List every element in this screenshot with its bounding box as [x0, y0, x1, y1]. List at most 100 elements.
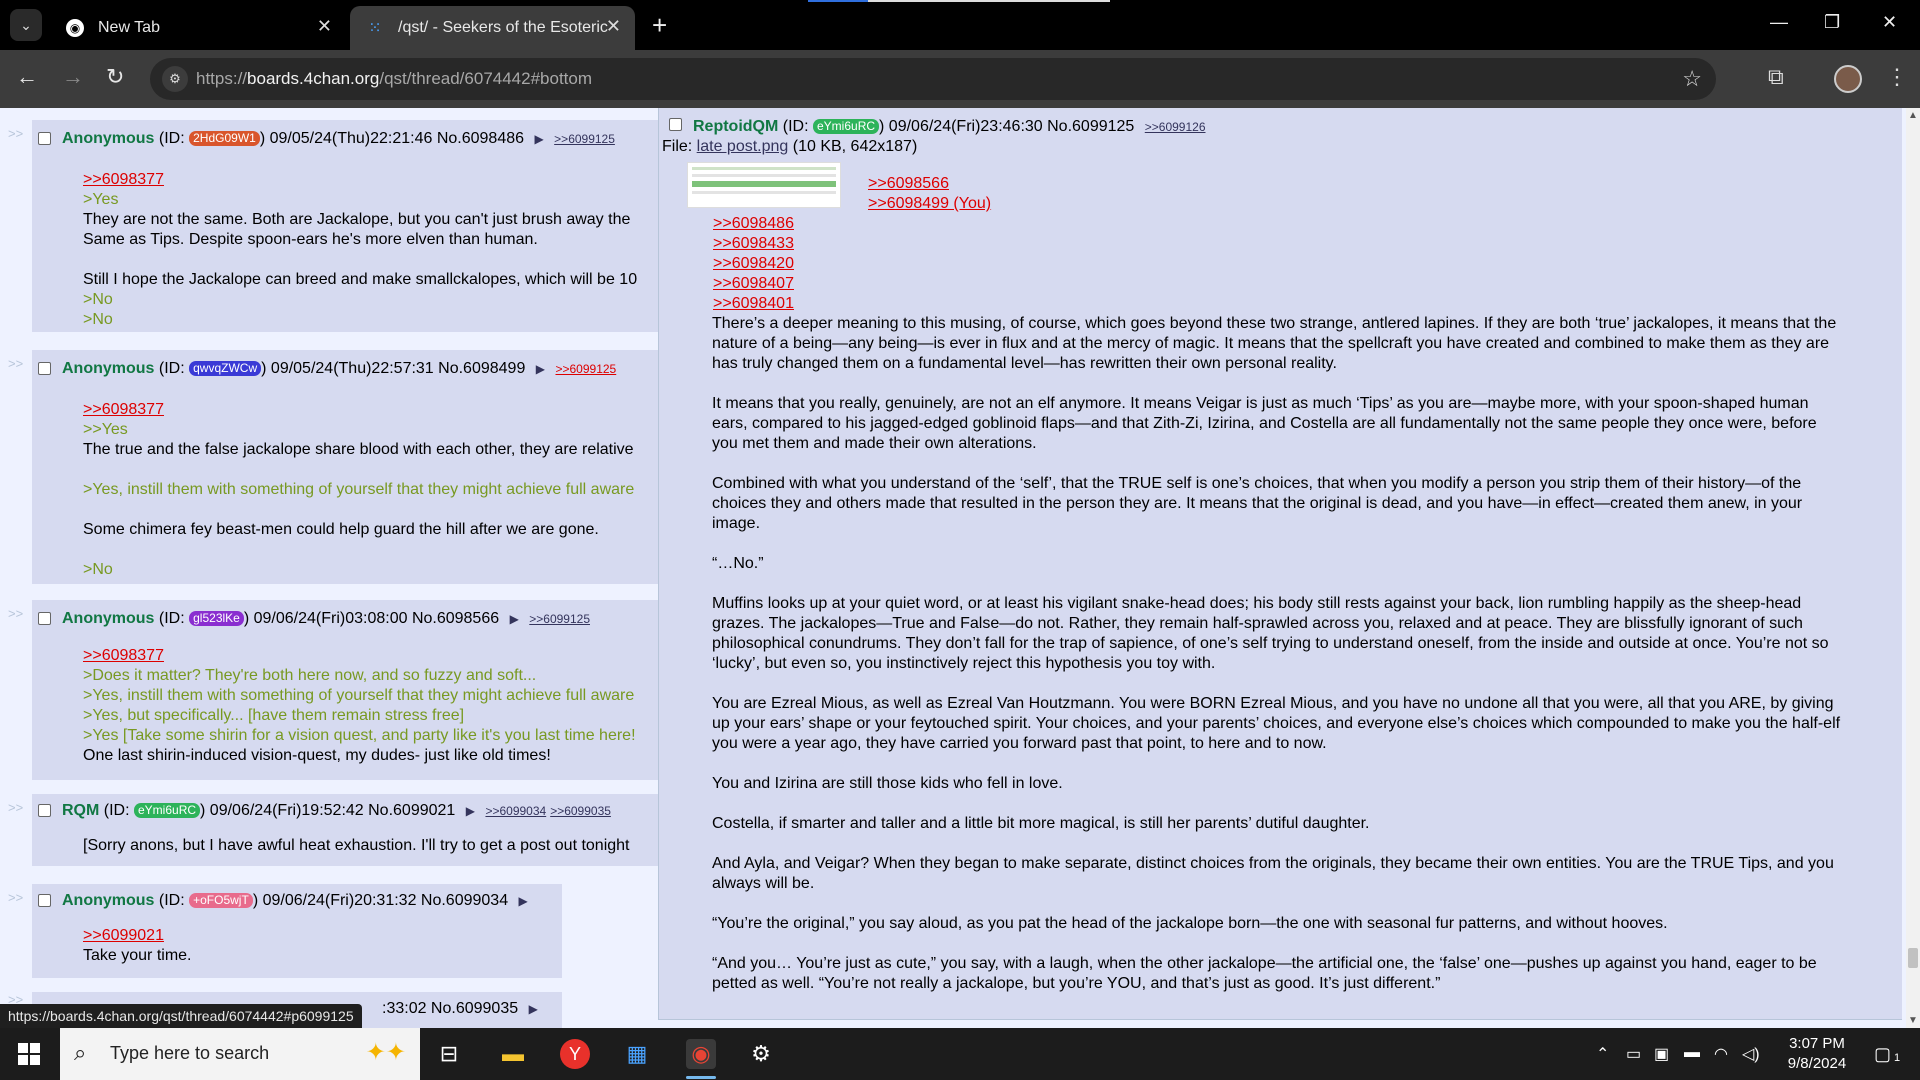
greentext: >Yes [Take some shirin for a vision ques… — [83, 727, 636, 744]
system-clock[interactable]: 3:07 PM 9/8/2024 — [1772, 1034, 1862, 1074]
quote-link[interactable]: >>6099021 — [83, 926, 191, 946]
scroll-up-icon[interactable]: ▲ — [1908, 110, 1918, 121]
post-checkbox[interactable] — [38, 804, 51, 817]
quote-link[interactable]: >>6098420 — [713, 254, 794, 274]
quote-link[interactable]: >>6098433 — [713, 234, 794, 254]
bookmark-star-icon[interactable]: ☆ — [1682, 66, 1702, 92]
forward-arrow-icon[interactable]: → — [62, 64, 84, 90]
post-date-number[interactable]: ) 09/06/24(Fri)20:31:32 No.6099034 — [253, 892, 508, 909]
poster-id-badge[interactable]: gl523lKe — [189, 611, 244, 626]
scroll-down-icon[interactable]: ▼ — [1908, 1015, 1918, 1026]
post-date-number[interactable]: :33:02 No.6099035 — [382, 1000, 518, 1017]
post-date-number[interactable]: ) 09/06/24(Fri)03:08:00 No.6098566 — [244, 610, 499, 627]
greentext: >No — [83, 291, 113, 308]
quote-link[interactable]: >>6098401 — [713, 294, 794, 314]
profile-avatar[interactable] — [1834, 65, 1862, 93]
close-tab-icon[interactable]: ✕ — [317, 16, 332, 37]
settings-gear-icon[interactable]: ⚙ — [746, 1039, 776, 1069]
quote-link[interactable]: >>6098566 — [868, 174, 991, 194]
post-date-number[interactable]: ) 09/06/24(Fri)23:46:30 No.6099125 — [879, 118, 1134, 135]
post-checkbox[interactable] — [669, 118, 682, 131]
poster-id-badge[interactable]: eYmi6uRC — [813, 119, 880, 134]
post-menu-arrow-icon[interactable]: ▶ — [510, 612, 519, 626]
volume-icon[interactable]: ◁) — [1742, 1044, 1760, 1064]
post-date-number[interactable]: ) 09/06/24(Fri)19:52:42 No.6099021 — [200, 802, 455, 819]
close-window-icon[interactable]: ✕ — [1882, 12, 1897, 33]
post-menu-arrow-icon[interactable]: ▶ — [534, 132, 543, 146]
quote-link[interactable]: >>6098377 — [83, 170, 658, 190]
url-text[interactable]: https://boards.4chan.org/qst/thread/6074… — [196, 69, 592, 89]
reply-post: Anonymous (ID: gl523lKe) 09/06/24(Fri)03… — [32, 600, 660, 780]
poster-id-badge[interactable]: +oFO5wjT — [189, 893, 253, 908]
post-checkbox[interactable] — [38, 132, 51, 145]
post-menu-arrow-icon[interactable]: ▶ — [466, 804, 475, 818]
tab-qst-thread[interactable]: ⁙ /qst/ - Seekers of the Esoteric: V ✕ — [350, 6, 635, 50]
quote-link[interactable]: >>6098377 — [83, 646, 658, 666]
backlink[interactable]: >>6099035 — [550, 804, 611, 818]
extensions-puzzle-icon[interactable]: ⧉ — [1768, 64, 1784, 90]
yandex-browser-icon[interactable]: Y — [560, 1039, 590, 1069]
post-date-number[interactable]: ) 09/05/24(Thu)22:21:46 No.6098486 — [260, 130, 524, 147]
search-placeholder: Type here to search — [110, 1043, 270, 1063]
story-paragraph: Costella, if smarter and taller and a li… — [712, 815, 1370, 832]
post-header: :33:02 No.6099035 ▶ — [382, 1000, 538, 1018]
notifications-icon[interactable]: ▢ — [1874, 1044, 1891, 1065]
backlink[interactable]: >>6099126 — [1145, 120, 1206, 134]
file-link[interactable]: late post.png — [697, 138, 789, 155]
post-header: Anonymous (ID: gl523lKe) 09/06/24(Fri)03… — [62, 610, 590, 627]
tab-new-tab[interactable]: ◉ New Tab ✕ — [50, 6, 346, 50]
windows-start-icon[interactable] — [18, 1043, 40, 1065]
tab-strip: ⌄ ◉ New Tab ✕ ⁙ /qst/ - Seekers of the E… — [0, 0, 1920, 50]
meet-now-icon[interactable]: ▭ — [1626, 1044, 1641, 1064]
kebab-menu-icon[interactable]: ⋮ — [1886, 64, 1908, 90]
post-menu-arrow-icon[interactable]: ▶ — [536, 362, 545, 376]
side-quotes: >>6098566 >>6098499 (You) — [868, 174, 991, 214]
minimize-icon[interactable]: — — [1770, 12, 1788, 33]
post-date-number[interactable]: ) 09/05/24(Thu)22:57:31 No.6098499 — [261, 360, 525, 377]
restore-icon[interactable]: ❐ — [1824, 12, 1840, 33]
backlink[interactable]: >>6099125 — [554, 132, 615, 146]
chrome-taskbar-icon[interactable]: ◉ — [686, 1039, 716, 1069]
display-icon[interactable]: ▣ — [1654, 1044, 1669, 1064]
greentext: >>Yes — [83, 421, 128, 438]
page-scrollbar[interactable]: ▲ ▼ — [1906, 108, 1920, 1028]
poster-id-badge[interactable]: eYmi6uRC — [134, 803, 201, 818]
address-bar[interactable]: ⚙ https://boards.4chan.org/qst/thread/60… — [150, 58, 1716, 100]
post-checkbox[interactable] — [38, 612, 51, 625]
quote-link[interactable]: >>6098377 — [83, 400, 658, 420]
story-paragraph: You are Ezreal Mious, as well as Ezreal … — [712, 695, 1841, 752]
poster-id-badge[interactable]: 2HdG09W1 — [189, 131, 260, 146]
clock-time: 3:07 PM — [1789, 1035, 1845, 1052]
close-tab-icon[interactable]: ✕ — [606, 16, 621, 37]
text-line: Take your time. — [83, 947, 192, 964]
story-paragraph: Muffins looks up at your quiet word, or … — [712, 595, 1829, 672]
backlink[interactable]: >>6099125 — [529, 612, 590, 626]
backlink[interactable]: >>6099125 — [555, 362, 616, 376]
file-explorer-icon[interactable]: ▬ — [498, 1039, 528, 1069]
quote-link[interactable]: >>6098407 — [713, 274, 794, 294]
task-view-icon[interactable]: ⊟ — [434, 1039, 464, 1069]
taskbar-search-box[interactable]: ⌕ Type here to search ✦✦ — [60, 1028, 420, 1080]
browser-toolbar: ← → ↻ ⚙ https://boards.4chan.org/qst/thr… — [0, 50, 1920, 108]
tab-search-dropdown[interactable]: ⌄ — [10, 9, 42, 41]
quote-link[interactable]: >>6098486 — [713, 214, 794, 234]
wifi-icon[interactable]: ◠ — [1714, 1044, 1728, 1064]
scrollbar-thumb[interactable] — [1908, 948, 1918, 968]
new-tab-button[interactable]: + — [652, 10, 667, 41]
store-icon[interactable]: ▦ — [622, 1039, 652, 1069]
file-thumbnail[interactable] — [687, 162, 841, 208]
poster-id-badge[interactable]: qwvqZWCw — [189, 361, 262, 376]
backlink[interactable]: >>6099034 — [485, 804, 546, 818]
tray-chevron-up-icon[interactable]: ⌃ — [1596, 1044, 1609, 1064]
post-message: >>6098377 >Does it matter? They're both … — [83, 646, 658, 766]
post-checkbox[interactable] — [38, 362, 51, 375]
post-checkbox[interactable] — [38, 894, 51, 907]
back-arrow-icon[interactable]: ← — [16, 64, 38, 90]
post-menu-arrow-icon[interactable]: ▶ — [529, 1002, 538, 1016]
quote-link[interactable]: >>6098499 (You) — [868, 194, 991, 214]
site-info-icon[interactable]: ⚙ — [162, 66, 188, 92]
post-menu-arrow-icon[interactable]: ▶ — [519, 894, 528, 908]
battery-icon[interactable]: ▬ — [1684, 1044, 1700, 1062]
reload-icon[interactable]: ↻ — [106, 64, 124, 90]
poster-name: Anonymous — [62, 892, 155, 909]
